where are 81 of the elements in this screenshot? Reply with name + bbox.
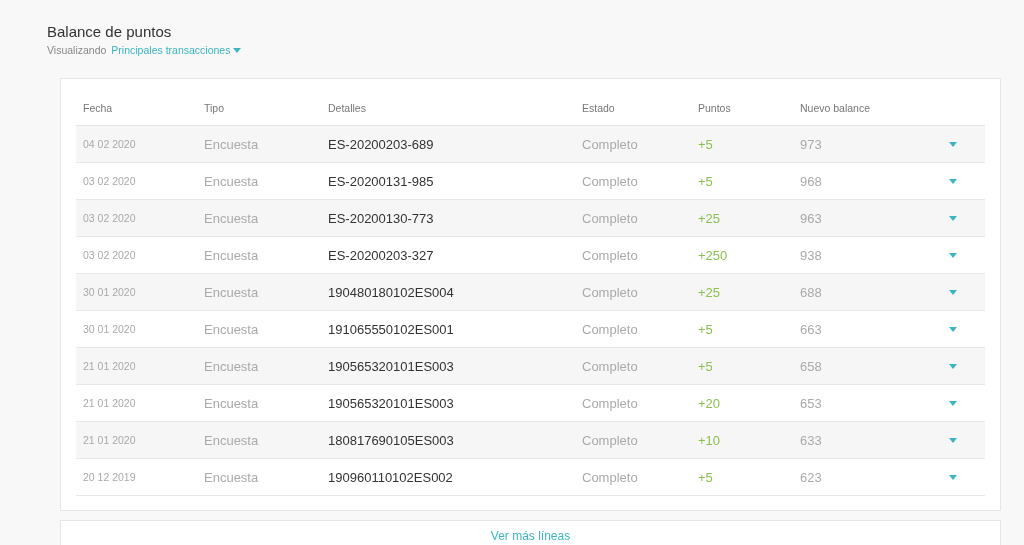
type-cell-text: Encuesta: [204, 284, 260, 300]
points-cell-text: +5: [698, 173, 714, 189]
status-cell-text: Completo: [582, 210, 639, 226]
details-cell-text: 190960110102ES002: [328, 469, 454, 485]
points-cell-text: +5: [698, 358, 714, 374]
page-title: Balance de puntos: [47, 22, 173, 42]
date-cell-text: 03 02 2020: [83, 249, 137, 261]
balance-cell-text: 623: [800, 469, 823, 485]
type-cell-text: Encuesta: [204, 469, 260, 485]
date-cell-text: 21 01 2020: [83, 434, 137, 446]
caret-icon: [949, 141, 957, 147]
balance-cell-text: 938: [800, 247, 823, 263]
caret-icon: [949, 363, 957, 369]
caret-icon: [949, 326, 957, 332]
column-header: Nuevo balance: [800, 101, 872, 114]
caret-icon: [949, 215, 957, 221]
type-cell-text: Encuesta: [204, 395, 260, 411]
status-cell-text: Completo: [582, 358, 639, 374]
date-cell-text: 30 01 2020: [83, 323, 137, 335]
type-cell-text: Encuesta: [204, 247, 260, 263]
column-header: Detalles: [328, 101, 367, 114]
status-cell-text: Completo: [582, 136, 639, 152]
status-cell-text: Completo: [582, 247, 639, 263]
points-cell-text: +250: [698, 247, 729, 263]
type-cell-text: Encuesta: [204, 210, 260, 226]
details-cell-text: 190565320101ES003: [328, 358, 455, 374]
balance-cell-text: 653: [800, 395, 823, 411]
date-cell-text: 20 12 2019: [83, 471, 137, 483]
points-cell-text: +5: [698, 136, 714, 152]
more-link[interactable]: Ver más líneas: [490, 529, 571, 543]
details-cell-text: 190565320101ES003: [328, 395, 455, 411]
points-cell-text: +10: [698, 432, 722, 448]
date-cell-text: 21 01 2020: [83, 397, 137, 409]
balance-cell-text: 633: [800, 432, 823, 448]
details-cell-text: ES-20200130-773: [328, 210, 435, 226]
type-cell-text: Encuesta: [204, 432, 260, 448]
type-cell-text: Encuesta: [204, 173, 260, 189]
caret-icon: [949, 400, 957, 406]
date-cell-text: 03 02 2020: [83, 212, 137, 224]
type-cell-text: Encuesta: [204, 358, 260, 374]
caret-icon: [233, 47, 242, 53]
points-cell-text: +25: [698, 284, 722, 300]
caret-icon: [949, 437, 957, 443]
details-cell-text: ES-20200131-985: [328, 173, 435, 189]
details-cell-text: 180817690105ES003: [328, 432, 455, 448]
date-cell-text: 30 01 2020: [83, 286, 137, 298]
details-cell-text: 190480180102ES004: [328, 284, 455, 300]
date-cell-text: 21 01 2020: [83, 360, 137, 372]
caret-icon: [949, 252, 957, 258]
details-cell-text: 191065550102ES001: [328, 321, 455, 337]
balance-cell-text: 973: [800, 136, 823, 152]
status-cell-text: Completo: [582, 321, 639, 337]
caret-icon: [949, 289, 957, 295]
balance-cell-text: 963: [800, 210, 823, 226]
caret-icon: [949, 474, 957, 480]
status-cell-text: Completo: [582, 432, 639, 448]
balance-cell-text: 968: [800, 173, 823, 189]
details-cell-text: ES-20200203-327: [328, 247, 435, 263]
status-cell-text: Completo: [582, 284, 639, 300]
column-header: Fecha: [83, 101, 114, 114]
column-header: Puntos: [698, 101, 732, 114]
balance-cell-text: 658: [800, 358, 823, 374]
details-cell-text: ES-20200203-689: [328, 136, 435, 152]
view-label: Visualizando: [47, 44, 107, 56]
points-cell-text: +5: [698, 321, 714, 337]
balance-cell-text: 663: [800, 321, 823, 337]
points-cell-text: +5: [698, 469, 714, 485]
view-dropdown[interactable]: Principales transacciones: [111, 44, 242, 56]
type-cell-text: Encuesta: [204, 136, 260, 152]
status-cell-text: Completo: [582, 395, 639, 411]
status-cell-text: Completo: [582, 173, 639, 189]
points-cell-text: +25: [698, 210, 722, 226]
status-cell-text: Completo: [582, 469, 639, 485]
balance-cell-text: 688: [800, 284, 823, 300]
caret-icon: [949, 178, 957, 184]
date-cell-text: 03 02 2020: [83, 175, 137, 187]
column-header: Tipo: [204, 101, 226, 114]
column-header: Estado: [582, 101, 616, 114]
type-cell-text: Encuesta: [204, 321, 260, 337]
date-cell-text: 04 02 2020: [83, 138, 137, 150]
points-cell-text: +20: [698, 395, 722, 411]
